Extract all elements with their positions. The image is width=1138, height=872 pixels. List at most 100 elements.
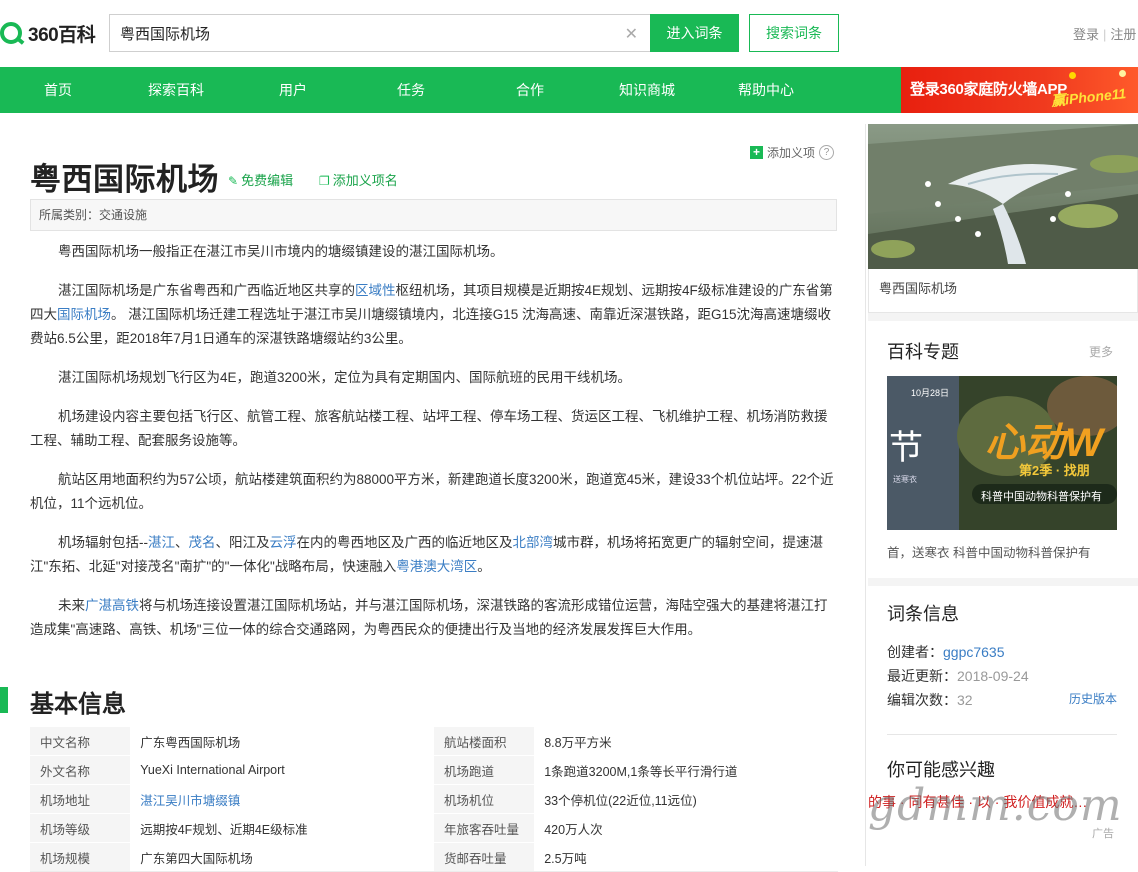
inline-entry-link[interactable]: 国际机场 [57,307,111,322]
paragraph-text: 未来 [58,598,85,613]
promo-season: 第2季 · 找朋 [1019,463,1090,478]
paragraph-text: 、 [175,535,189,550]
info-value-cell: 2.5万吨 [534,842,838,872]
divider [887,734,1117,735]
info-key: 机场机位 [443,793,494,808]
entry-paragraph: 机场辐射包括--湛江、茂名、阳江及云浮在内的粤西地区及广西的临近地区及北部湾城市… [30,531,836,579]
info-key-cell: 机场等级 [30,813,131,843]
promo-left-char: 节 [889,429,923,467]
divider [868,578,1138,586]
inline-entry-link[interactable]: 湛江 [148,535,175,550]
inline-entry-link[interactable]: 北部湾 [513,535,554,550]
site-header: 360百科 ✕ 进入词条 搜索词条 登录 |注册 [0,0,1138,67]
paragraph-text: 粤西国际机场一般指正在湛江市吴川市境内的塘缀镇建设的湛江国际机场。 [58,244,504,259]
page-title: 粤西国际机场 [30,162,219,197]
paragraph-text: 将与机场连接设置湛江国际机场站，并与湛江国际机场，深湛铁路的客流形成错位运营，海… [30,598,828,637]
info-value-cell: 广东粤西国际机场 [130,726,434,756]
search-input[interactable] [110,15,650,51]
info-key: 外文名称 [40,764,91,779]
nav-cooperation[interactable]: 合作 [516,67,544,113]
info-value: 420万人次 [544,822,603,837]
banner-text: 登录360家庭防火墙APP [910,81,1067,98]
inline-entry-link[interactable]: 广湛高铁 [85,598,139,613]
inline-entry-link[interactable]: 区域性 [355,283,396,298]
register-link[interactable]: 注册 [1110,27,1136,42]
recommendation-item[interactable]: 的事 · 同有甚佳 · 以 · 我价值成就… [868,792,1138,812]
info-key-cell: 机场机位 [433,784,535,814]
promo-caption[interactable]: 首，送寒衣 科普中国动物科普保护有 [887,542,1119,561]
info-value: 远期按4F规划、近期4E级标准 [140,822,308,837]
info-value-cell: 8.8万平方米 [534,726,838,756]
info-key-cell: 机场跑道 [433,755,535,785]
info-value-cell: YueXi International Airport [130,755,434,785]
login-link[interactable]: 登录 [1073,27,1099,42]
info-value-cell: 远期按4F规划、近期4E级标准 [130,813,434,843]
info-key-cell: 外文名称 [30,755,131,785]
free-edit-label: 免费编辑 [241,173,294,188]
entry-paragraph: 航站区用地面积约为57公顷，航站楼建筑面积约为88000平方米，新建跑道长度32… [30,468,836,516]
add-item-link[interactable]: + 添加义项 ? [750,144,835,161]
inline-entry-link[interactable]: 茂名 [189,535,216,550]
entry-paragraph: 未来广湛高铁将与机场连接设置湛江国际机场站，并与湛江国际机场，深湛铁路的客流形成… [30,594,836,642]
section-marker [0,687,8,713]
add-sense-label: 添加义项名 [332,173,398,188]
banner-dot [1119,70,1126,77]
enter-entry-button[interactable]: 进入词条 [650,14,739,52]
inline-entry-link[interactable]: 云浮 [270,535,297,550]
site-logo[interactable]: 360百科 [0,18,96,48]
creator-label: 创建者： [887,644,943,660]
info-key: 年旅客吞吐量 [443,822,519,837]
info-value-cell: 1条跑道3200M,1条等长平行滑行道 [534,755,838,785]
pencil-icon: ✎ [228,174,239,188]
info-key: 机场跑道 [443,764,494,779]
free-edit-link[interactable]: ✎ 免费编辑 [228,170,293,189]
entry-body: 粤西国际机场一般指正在湛江市吴川市境内的塘缀镇建设的湛江国际机场。湛江国际机场是… [30,240,836,657]
info-row: 机场规模 广东第四大国际机场 货邮吞吐量 2.5万吨 [30,842,838,872]
info-key: 航站楼面积 [443,735,507,750]
info-key-cell: 中文名称 [30,726,131,756]
info-value-link[interactable]: 湛江吴川市塘缀镇 [140,794,240,808]
add-item-label: 添加义项 [767,146,816,160]
nav-home[interactable]: 首页 [44,67,72,113]
info-value-cell: 33个停机位(22近位,11远位) [534,784,838,814]
info-value-cell: 广东第四大国际机场 [130,842,434,872]
updated-row: 最近更新：2018-09-24 [887,666,1029,686]
basic-info-table: 中文名称 广东粤西国际机场 航站楼面积 8.8万平方米外文名称 YueXi Intern… [30,726,838,872]
entry-paragraph: 粤西国际机场一般指正在湛江市吴川市境内的塘缀镇建设的湛江国际机场。 [30,240,836,264]
info-key: 机场等级 [40,822,91,837]
more-link[interactable]: 更多 [1089,343,1113,360]
creator-link[interactable]: ggpc7635 [943,644,1005,660]
info-value: 广东第四大国际机场 [140,851,253,866]
info-key-cell: 货邮吞吐量 [433,842,535,872]
add-sense-name-link[interactable]: ❐ 添加义项名 [319,170,398,189]
promo-left-sub: 送寒衣 [893,475,917,484]
clear-icon[interactable]: ✕ [625,24,638,44]
topics-title: 百科专题 [887,342,959,362]
inline-entry-link[interactable]: 粤港澳大湾区 [396,559,477,574]
info-key: 货邮吞吐量 [443,851,507,866]
help-icon[interactable]: ? [819,145,835,160]
promo-bottom-text: 科普中国动物科普保护有 [981,491,1102,503]
creator-row: 创建者：ggpc7635 [887,642,1005,662]
info-row: 中文名称 广东粤西国际机场 航站楼面积 8.8万平方米 [30,726,838,756]
basic-info-title: 基本信息 [30,691,126,718]
airport-image[interactable] [868,124,1138,269]
nav-explore[interactable]: 探索百科 [148,67,204,113]
nav-help-center[interactable]: 帮助中心 [738,67,794,113]
promo-banner[interactable]: 登录360家庭防火墙APP 赢iPhone11 [901,67,1138,113]
logo-text: 360百科 [28,24,96,46]
info-row: 机场地址 湛江吴川市塘缀镇 机场机位 33个停机位(22近位,11远位) [30,784,838,814]
entry-content: + 添加义项 ? 粤西国际机场 ✎ 免费编辑 ❐ 添加义项名 所属类别：交通设施 粤… [0,124,866,872]
paragraph-text: 在内的粤西地区及广西的临近地区及 [296,535,513,550]
edits-label: 编辑次数： [887,692,957,708]
divider [868,313,1138,321]
entry-paragraph: 湛江国际机场是广东省粤西和广西临近地区共享的区域性枢纽机场，其项目规模是近期按4… [30,279,836,351]
edits-value: 32 [957,692,973,708]
nav-tasks[interactable]: 任务 [397,67,425,113]
nav-knowledge-store[interactable]: 知识商城 [619,67,675,113]
history-version-link[interactable]: 历史版本 [1069,690,1117,707]
topic-promo-image[interactable]: 10月28日 节 送寒衣 心动W 第2季 · 找朋 科普中国动物科普保护有 [887,376,1117,530]
nav-users[interactable]: 用户 [279,67,307,113]
search-entry-button[interactable]: 搜索词条 [749,14,839,52]
ad-label: 广告 [1092,828,1114,840]
